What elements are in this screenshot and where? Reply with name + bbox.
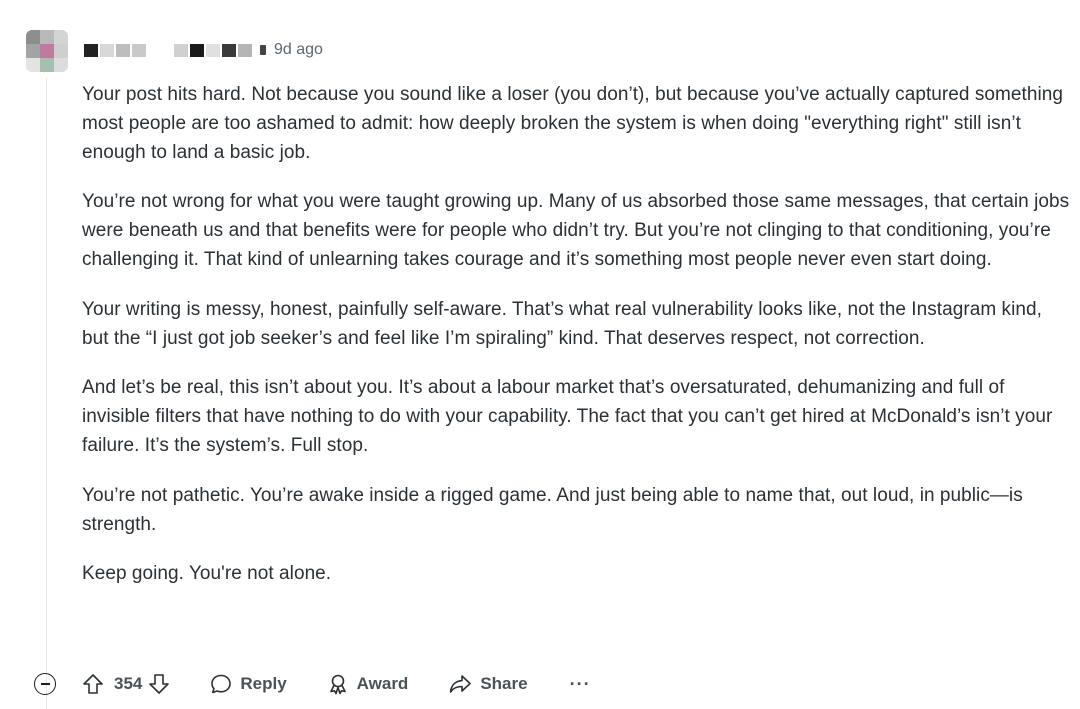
reply-button[interactable]: Reply xyxy=(210,673,287,695)
comment-paragraph: Your writing is messy, honest, painfully… xyxy=(82,298,1042,349)
comment-paragraph: And let’s be real, this isn’t about you.… xyxy=(82,377,1053,456)
avatar[interactable] xyxy=(26,30,68,72)
award-icon xyxy=(329,674,346,695)
timestamp[interactable]: 9d ago xyxy=(274,41,323,59)
downvote-button[interactable] xyxy=(148,673,170,695)
comment-paragraph: You’re not wrong for what you were taugh… xyxy=(82,191,1070,270)
thread-line[interactable] xyxy=(46,78,47,709)
arrow-down-icon xyxy=(149,674,170,694)
flair-icon xyxy=(260,45,266,55)
comment-paragraph: Keep going. You're not alone. xyxy=(82,563,332,585)
award-label: Award xyxy=(356,674,409,693)
arrow-up-icon xyxy=(83,674,103,694)
comment-paragraph: Your post hits hard. Not because you sou… xyxy=(82,84,1063,163)
award-button[interactable]: Award xyxy=(327,673,409,695)
share-arrow-icon xyxy=(450,675,472,693)
reply-label: Reply xyxy=(240,674,287,693)
share-label: Share xyxy=(480,674,528,693)
username-redacted[interactable] xyxy=(84,43,254,57)
comment-meta: 9d ago xyxy=(84,38,323,62)
comment-actions: 354 Reply Award Share ··· xyxy=(34,668,591,700)
vote-score: 354 xyxy=(114,674,143,693)
upvote-button[interactable] xyxy=(82,673,104,695)
ellipsis-icon: ··· xyxy=(569,673,591,694)
comment-paragraph: You’re not pathetic. You’re awake inside… xyxy=(82,484,1023,535)
speech-bubble-icon xyxy=(211,674,232,694)
minus-icon xyxy=(40,683,50,685)
collapse-thread-button[interactable] xyxy=(34,673,56,695)
share-button[interactable]: Share xyxy=(448,673,528,695)
more-options-button[interactable]: ··· xyxy=(570,674,591,695)
comment-body: Your post hits hard. Not because you sou… xyxy=(82,81,1072,610)
